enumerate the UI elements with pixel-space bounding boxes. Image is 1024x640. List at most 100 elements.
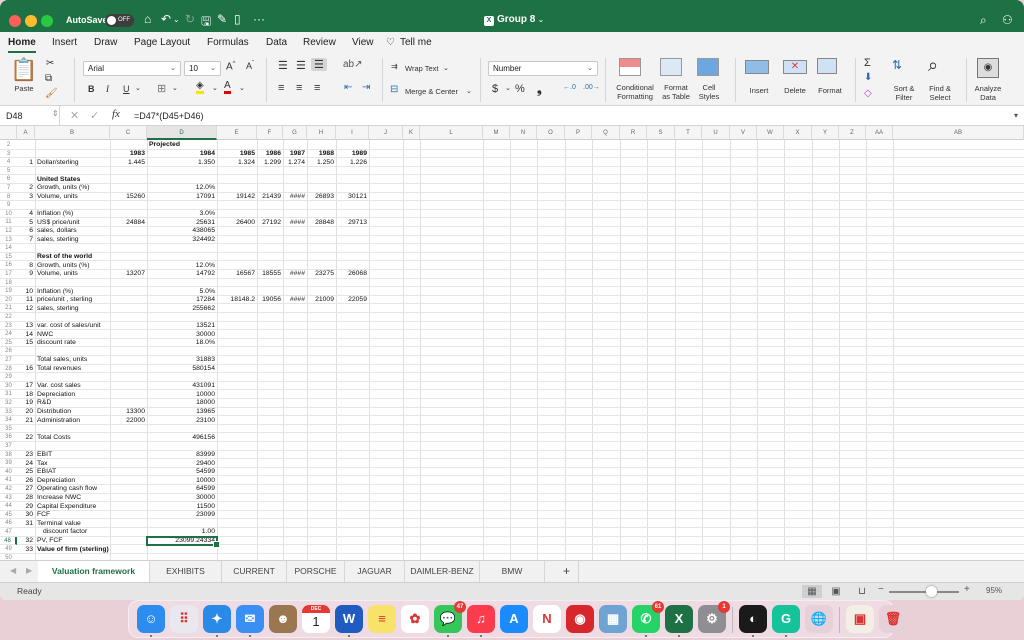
cell-d44[interactable]: 11500 [147, 503, 215, 511]
cell-d4[interactable]: 1.350 [147, 159, 215, 167]
cell-d28[interactable]: 580154 [147, 365, 215, 373]
cell-d8[interactable]: 17091 [147, 193, 215, 201]
cell-b31[interactable]: Depreciation [37, 391, 75, 399]
dock-finder-icon[interactable]: ☺ [137, 605, 165, 637]
format-as-table-icon[interactable] [660, 58, 682, 76]
dock-messages-icon[interactable]: 💬 47 [434, 601, 466, 637]
row-header-46[interactable]: 46 [0, 519, 17, 528]
column-header-w[interactable]: W [757, 126, 784, 140]
row-header-33[interactable]: 33 [0, 408, 17, 417]
cell-b27[interactable]: Total sales, units [37, 356, 87, 364]
cell-b8[interactable]: Volume, units [37, 193, 78, 201]
column-header-h[interactable]: H [307, 126, 336, 140]
cell-d33[interactable]: 13965 [147, 408, 215, 416]
row-header-7[interactable]: 7 [0, 184, 17, 193]
dock-webex-icon[interactable]: ◐ [739, 605, 767, 637]
cell-b7[interactable]: Growth, units (%) [37, 184, 90, 192]
row-header-39[interactable]: 39 [0, 459, 17, 468]
cell-a33[interactable]: 20 [17, 408, 33, 416]
row-header-38[interactable]: 38 [0, 451, 17, 460]
dock-grammarly-icon[interactable]: G [772, 605, 800, 637]
find-select-button[interactable]: Find & Select [924, 84, 956, 102]
align-bottom-icon[interactable]: ☰ [311, 58, 327, 71]
cell-d24[interactable]: 30000 [147, 331, 215, 339]
cell-d42[interactable]: 64599 [147, 485, 215, 493]
more-commands-icon[interactable]: ··· [253, 12, 265, 26]
new-document-icon[interactable]: ▯ [234, 12, 241, 26]
tell-me-icon[interactable]: ♡ [386, 37, 395, 48]
cell-b12[interactable]: sales, dollars [37, 227, 77, 235]
cancel-icon[interactable]: ✕ [70, 109, 79, 122]
column-header-k[interactable]: K [403, 126, 420, 140]
column-header-l[interactable]: L [420, 126, 483, 140]
cell-d12[interactable]: 438065 [147, 227, 215, 235]
delete-cells-button[interactable]: Delete [782, 86, 808, 95]
row-header-2[interactable]: 2 [0, 141, 17, 150]
cell-b25[interactable]: discount rate [37, 339, 76, 347]
row-header-40[interactable]: 40 [0, 468, 17, 477]
cell-a38[interactable]: 23 [17, 451, 33, 459]
row-header-16[interactable]: 16 [0, 261, 17, 270]
zoom-slider-track[interactable] [889, 591, 959, 593]
chevron-down-icon[interactable]: ⌄ [135, 84, 141, 92]
chevron-down-icon[interactable]: ⌄ [466, 87, 472, 96]
row-header-44[interactable]: 44 [0, 502, 17, 511]
expand-formula-bar-icon[interactable]: ▾ [1014, 111, 1018, 120]
formula-input[interactable]: =D47*(D45+D46) [134, 111, 204, 121]
next-sheet-icon[interactable]: ▶ [26, 566, 32, 575]
row-header-49[interactable]: 49 [0, 545, 17, 554]
cell-a12[interactable]: 6 [17, 227, 33, 235]
close-window-button[interactable] [9, 15, 21, 27]
align-top-icon[interactable]: ☰ [278, 59, 288, 72]
fill-color-icon[interactable]: ◈ [196, 81, 204, 94]
number-format-select[interactable]: Number ⌄ [488, 61, 598, 76]
tab-review[interactable]: Review [303, 37, 336, 48]
name-box[interactable]: D48 ⇕ [0, 106, 60, 126]
cell-a41[interactable]: 26 [17, 477, 33, 485]
row-header-18[interactable]: 18 [0, 279, 17, 288]
row-header-34[interactable]: 34 [0, 416, 17, 425]
cell-f4[interactable]: 1.299 [257, 159, 281, 167]
cell-a39[interactable]: 24 [17, 460, 33, 468]
cell-b16[interactable]: Growth, units (%) [37, 262, 90, 270]
cell-b4[interactable]: Dollar/sterling [37, 159, 79, 167]
column-header-j[interactable]: J [369, 126, 403, 140]
cell-a11[interactable]: 5 [17, 219, 33, 227]
column-header-c[interactable]: C [110, 126, 147, 140]
cell-d25[interactable]: 18.0% [147, 339, 215, 347]
sheet-tab-exhibits[interactable]: EXHIBITS [150, 561, 222, 582]
worksheet-grid[interactable]: A B C D E F G H I J K L M N O P Q R S T U V W X Y Z AA AB 2 3 4 5 6 7 8 9 10… [0, 126, 1024, 560]
cell-c4[interactable]: 1.445 [110, 159, 145, 167]
dock-preview-icon[interactable]: ▦ [599, 605, 627, 633]
row-header-36[interactable]: 36 [0, 433, 17, 442]
zoom-level[interactable]: 95% [986, 586, 1002, 595]
cell-a23[interactable]: 13 [17, 322, 33, 330]
tab-data[interactable]: Data [266, 37, 287, 48]
fill-icon[interactable]: ⬇ [864, 72, 872, 83]
row-header-48[interactable]: 48 [0, 536, 17, 546]
autosum-icon[interactable]: Σ [864, 57, 871, 69]
dock-whatsapp-icon[interactable]: ✆ 61 [632, 601, 664, 637]
dock-calendar-icon[interactable]: DEC 1 [302, 605, 330, 633]
cell-e20[interactable]: 18148.2 [217, 296, 255, 304]
clear-icon[interactable]: ◇ [864, 88, 872, 99]
cell-b38[interactable]: EBIT [37, 451, 52, 459]
row-header-45[interactable]: 45 [0, 511, 17, 520]
increase-decimal-icon[interactable]: ←.0 [563, 84, 576, 91]
cell-i11[interactable]: 29713 [336, 219, 367, 227]
cell-b34[interactable]: Administration [37, 417, 80, 425]
cell-styles-button[interactable]: Cell Styles [697, 83, 721, 101]
cell-c3[interactable]: 1983 [110, 150, 145, 158]
cell-a30[interactable]: 17 [17, 382, 33, 390]
cell-f8[interactable]: 21439 [257, 193, 281, 201]
delete-cells-icon[interactable]: ✕ [783, 60, 807, 74]
row-header-10[interactable]: 10 [0, 210, 17, 219]
sort-filter-icon[interactable]: ⇅ [892, 58, 902, 72]
dock-photo-booth-icon[interactable]: ◉ [566, 605, 594, 633]
row-header-26[interactable]: 26 [0, 347, 17, 356]
cell-h11[interactable]: 28848 [307, 219, 334, 227]
format-painter-icon[interactable]: 🖌 [45, 88, 58, 99]
cell-b10[interactable]: Inflation (%) [37, 210, 73, 218]
row-header-13[interactable]: 13 [0, 236, 17, 245]
row-header-43[interactable]: 43 [0, 494, 17, 503]
